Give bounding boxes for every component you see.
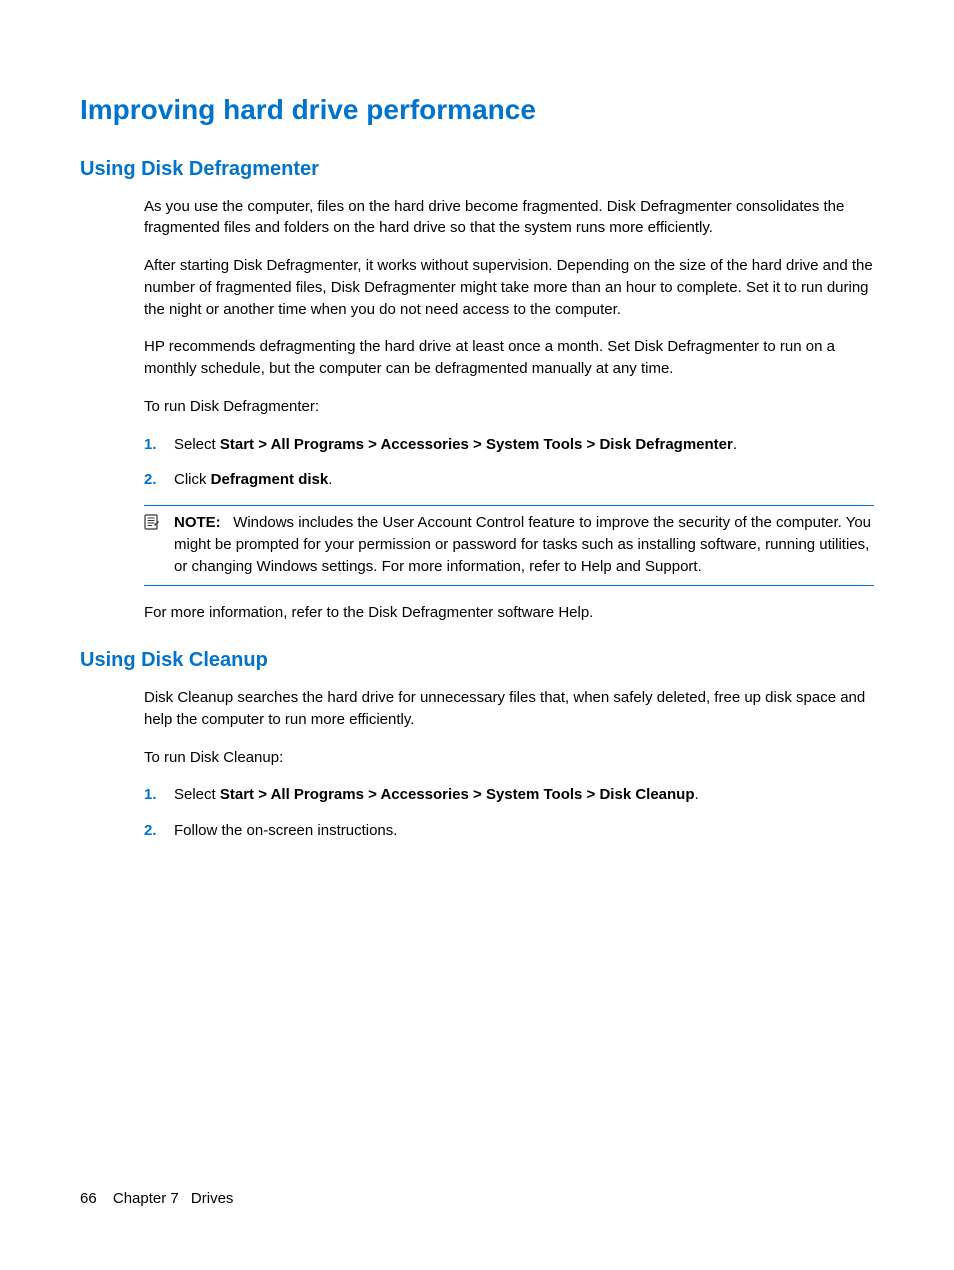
list-text: Select Start > All Programs > Accessorie… bbox=[174, 434, 874, 456]
ordered-list: 1. Select Start > All Programs > Accesso… bbox=[144, 784, 874, 842]
list-item: 1. Select Start > All Programs > Accesso… bbox=[144, 784, 874, 806]
note-box: NOTE: Windows includes the User Account … bbox=[144, 505, 874, 586]
list-number: 1. bbox=[144, 434, 174, 456]
text-part: . bbox=[733, 436, 737, 453]
list-text: Select Start > All Programs > Accessorie… bbox=[174, 784, 874, 806]
note-icon bbox=[144, 514, 160, 530]
text-part: Select bbox=[174, 436, 220, 453]
menu-path-bold: Start > All Programs > Accessories > Sys… bbox=[220, 786, 695, 803]
paragraph: As you use the computer, files on the ha… bbox=[144, 196, 874, 240]
paragraph: For more information, refer to the Disk … bbox=[144, 602, 874, 624]
paragraph: After starting Disk Defragmenter, it wor… bbox=[144, 255, 874, 320]
note-text: Windows includes the User Account Contro… bbox=[174, 514, 871, 575]
page-footer: 66 Chapter 7 Drives bbox=[80, 1188, 233, 1210]
list-item: 1. Select Start > All Programs > Accesso… bbox=[144, 434, 874, 456]
list-item: 2. Click Defragment disk. bbox=[144, 469, 874, 491]
menu-path-bold: Start > All Programs > Accessories > Sys… bbox=[220, 436, 733, 453]
note-content: NOTE: Windows includes the User Account … bbox=[174, 512, 874, 577]
section-heading-defragmenter: Using Disk Defragmenter bbox=[80, 155, 874, 184]
text-part: . bbox=[695, 786, 699, 803]
paragraph: To run Disk Defragmenter: bbox=[144, 396, 874, 418]
note-icon-column bbox=[144, 512, 174, 577]
paragraph: To run Disk Cleanup: bbox=[144, 747, 874, 769]
list-text: Follow the on-screen instructions. bbox=[174, 820, 874, 842]
section-heading-cleanup: Using Disk Cleanup bbox=[80, 646, 874, 675]
text-part: Click bbox=[174, 471, 211, 488]
paragraph: Disk Cleanup searches the hard drive for… bbox=[144, 687, 874, 731]
list-text: Click Defragment disk. bbox=[174, 469, 874, 491]
paragraph: HP recommends defragmenting the hard dri… bbox=[144, 336, 874, 380]
action-bold: Defragment disk bbox=[211, 471, 329, 488]
list-number: 1. bbox=[144, 784, 174, 806]
ordered-list: 1. Select Start > All Programs > Accesso… bbox=[144, 434, 874, 492]
page-number: 66 bbox=[80, 1190, 97, 1207]
chapter-title: Drives bbox=[191, 1190, 234, 1207]
chapter-label: Chapter 7 bbox=[113, 1190, 179, 1207]
list-item: 2. Follow the on-screen instructions. bbox=[144, 820, 874, 842]
text-part: . bbox=[328, 471, 332, 488]
page-title: Improving hard drive performance bbox=[80, 90, 874, 131]
text-part: Select bbox=[174, 786, 220, 803]
list-number: 2. bbox=[144, 820, 174, 842]
note-label: NOTE: bbox=[174, 514, 221, 531]
list-number: 2. bbox=[144, 469, 174, 491]
